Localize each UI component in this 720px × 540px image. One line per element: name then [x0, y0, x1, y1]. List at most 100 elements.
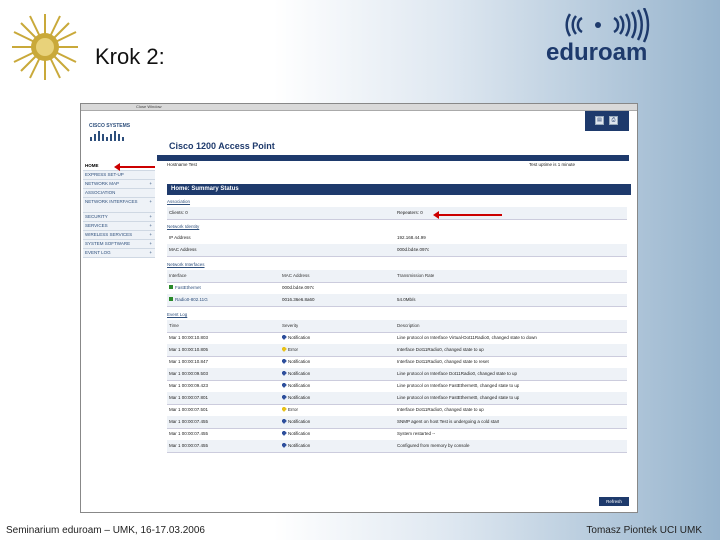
event-col-header: Time: [169, 323, 179, 328]
event-severity-cell: Notification: [282, 395, 310, 400]
expand-icon: +: [149, 181, 152, 186]
event-description: Line protocol on Interface Virtual-Dot11…: [397, 335, 537, 340]
event-description: Configured from memory by console: [397, 443, 470, 448]
refresh-button[interactable]: Refresh: [599, 497, 629, 506]
section-title: Home: Summary Status: [167, 184, 631, 195]
event-severity-cell: Notification: [282, 419, 310, 424]
event-description: Line protocol on Interface Dot11Radio0, …: [397, 371, 517, 376]
error-icon: [282, 347, 287, 352]
mac-label: MAC Address: [169, 247, 197, 252]
event-severity-cell: Notification: [282, 383, 310, 388]
event-description: Interface Dot11Radio0, changed state to …: [397, 407, 484, 412]
interface-mac: 0016.36e6.8a60: [282, 297, 315, 302]
interface-link[interactable]: Radio0-802.11G: [175, 297, 208, 302]
col-rate: Transmission Rate: [397, 273, 435, 278]
eduroam-logo-text: eduroam: [546, 39, 647, 64]
mac-row: MAC Address 000d.bd4e.097c: [167, 244, 627, 257]
expand-icon: +: [149, 214, 152, 219]
uptime-label: Test uptime is 1 minute: [529, 162, 576, 167]
header-tools: ▤ ⎙: [585, 111, 629, 131]
eduroam-logo: eduroam: [546, 8, 650, 64]
error-icon: [282, 407, 287, 412]
event-severity: Error: [288, 347, 298, 352]
event-time: Mar 1 00:00:07.501: [169, 407, 209, 412]
event-severity-cell: Notification: [282, 359, 310, 364]
header-band: [157, 155, 629, 161]
notification-icon: [282, 395, 287, 400]
col-interface: Interface: [169, 273, 187, 278]
association-row: Clients: 0 Repeaters: 0: [167, 207, 627, 220]
event-severity-cell: Error: [282, 347, 298, 352]
event-description: Interface Dot11Radio0, changed state to …: [397, 347, 484, 352]
expand-icon: +: [149, 223, 152, 228]
nav-express-setup[interactable]: EXPRESS SET-UP: [83, 171, 155, 180]
ip-value: 192.168.44.99: [397, 235, 426, 240]
event-time: Mar 1 00:00:07.455: [169, 419, 209, 424]
network-interfaces-link[interactable]: Network Interfaces: [167, 262, 205, 267]
print-icon[interactable]: ⎙: [609, 116, 618, 125]
interface-up-icon: [169, 297, 173, 301]
event-severity-cell: Error: [282, 407, 298, 412]
cisco-logo: CISCO SYSTEMS: [87, 117, 131, 155]
event-time: Mar 1 00:00:07.455: [169, 431, 209, 436]
event-severity: Error: [288, 407, 298, 412]
interface-mac: 000d.bd4e.097c: [282, 285, 315, 290]
event-description: Line protocol on Interface FastEthernet0…: [397, 395, 520, 400]
event-description: Line protocol on Interface FastEthernet0…: [397, 383, 520, 388]
notification-icon: [282, 383, 287, 388]
event-severity: Notification: [288, 359, 311, 364]
nav-system-software[interactable]: SYSTEM SOFTWARE +: [83, 240, 155, 249]
browser-toolbar: Close Window: [81, 104, 637, 111]
nav-security[interactable]: SECURITY +: [83, 213, 155, 222]
event-severity: Notification: [288, 419, 311, 424]
event-severity: Notification: [288, 443, 311, 448]
event-time: Mar 1 00:00:10.805: [169, 347, 209, 352]
slide-title: Krok 2:: [95, 44, 165, 69]
annotation-arrow: [433, 211, 502, 219]
event-time: Mar 1 00:00:09.503: [169, 371, 209, 376]
interface-up-icon: [169, 285, 173, 289]
page-title: Cisco 1200 Access Point: [169, 141, 275, 151]
interface-link[interactable]: FastEthernet: [175, 285, 201, 290]
close-window-link[interactable]: Close Window: [136, 104, 162, 109]
network-identity-link[interactable]: Network Identity: [167, 224, 199, 229]
event-time: Mar 1 00:00:07.455: [169, 443, 209, 448]
event-severity: Notification: [288, 395, 311, 400]
event-severity-cell: Notification: [282, 335, 310, 340]
event-col-header: Severity: [282, 323, 299, 328]
clients-count: Clients: 0: [169, 210, 188, 215]
event-severity: Notification: [288, 335, 311, 340]
nav-event-log[interactable]: EVENT LOG +: [83, 249, 155, 258]
nav-association[interactable]: ASSOCIATION: [83, 189, 155, 198]
nav-services[interactable]: SERVICES +: [83, 222, 155, 231]
nav-wireless-services[interactable]: WIRELESS SERVICES +: [83, 231, 155, 240]
cisco-header: CISCO SYSTEMS Cisco 1200 Access Point ▤ …: [81, 111, 637, 161]
event-description: SNMP agent on host Test is undergoing a …: [397, 419, 500, 424]
footer-right: Tomasz Piontek UCI UMK: [586, 525, 702, 536]
ip-label: IP Address: [169, 235, 191, 240]
notification-icon: [282, 359, 287, 364]
notification-icon: [282, 335, 287, 340]
mac-value: 000d.bd4e.097c: [397, 247, 430, 252]
cisco-brand-text: CISCO SYSTEMS: [89, 123, 131, 129]
nav-network-interfaces[interactable]: NETWORK INTERFACES +: [83, 198, 155, 213]
event-time: Mar 1 00:00:10.803: [169, 335, 209, 340]
event-col-header: Description: [397, 323, 420, 328]
event-log-link[interactable]: Event Log: [167, 312, 187, 317]
expand-icon: +: [149, 232, 152, 237]
event-time: Mar 1 00:00:10.847: [169, 359, 209, 364]
event-severity-cell: Notification: [282, 371, 310, 376]
sidebar: HOME EXPRESS SET-UP NETWORK MAP + ASSOCIA…: [83, 162, 155, 258]
nav-network-map[interactable]: NETWORK MAP +: [83, 180, 155, 189]
expand-icon: +: [149, 250, 152, 255]
association-link[interactable]: Association: [167, 199, 190, 204]
notification-icon: [282, 443, 287, 448]
event-time: Mar 1 00:00:07.801: [169, 395, 209, 400]
repeaters-count: Repeaters: 0: [397, 210, 423, 215]
cisco-bridge-icon: [90, 131, 124, 141]
save-icon[interactable]: ▤: [595, 116, 604, 125]
table-row: Mar 1 00:00:07.455 Notification Configured…: [167, 440, 627, 453]
expand-icon: +: [149, 199, 152, 204]
event-severity: Notification: [288, 383, 311, 388]
event-severity: Notification: [288, 371, 311, 376]
